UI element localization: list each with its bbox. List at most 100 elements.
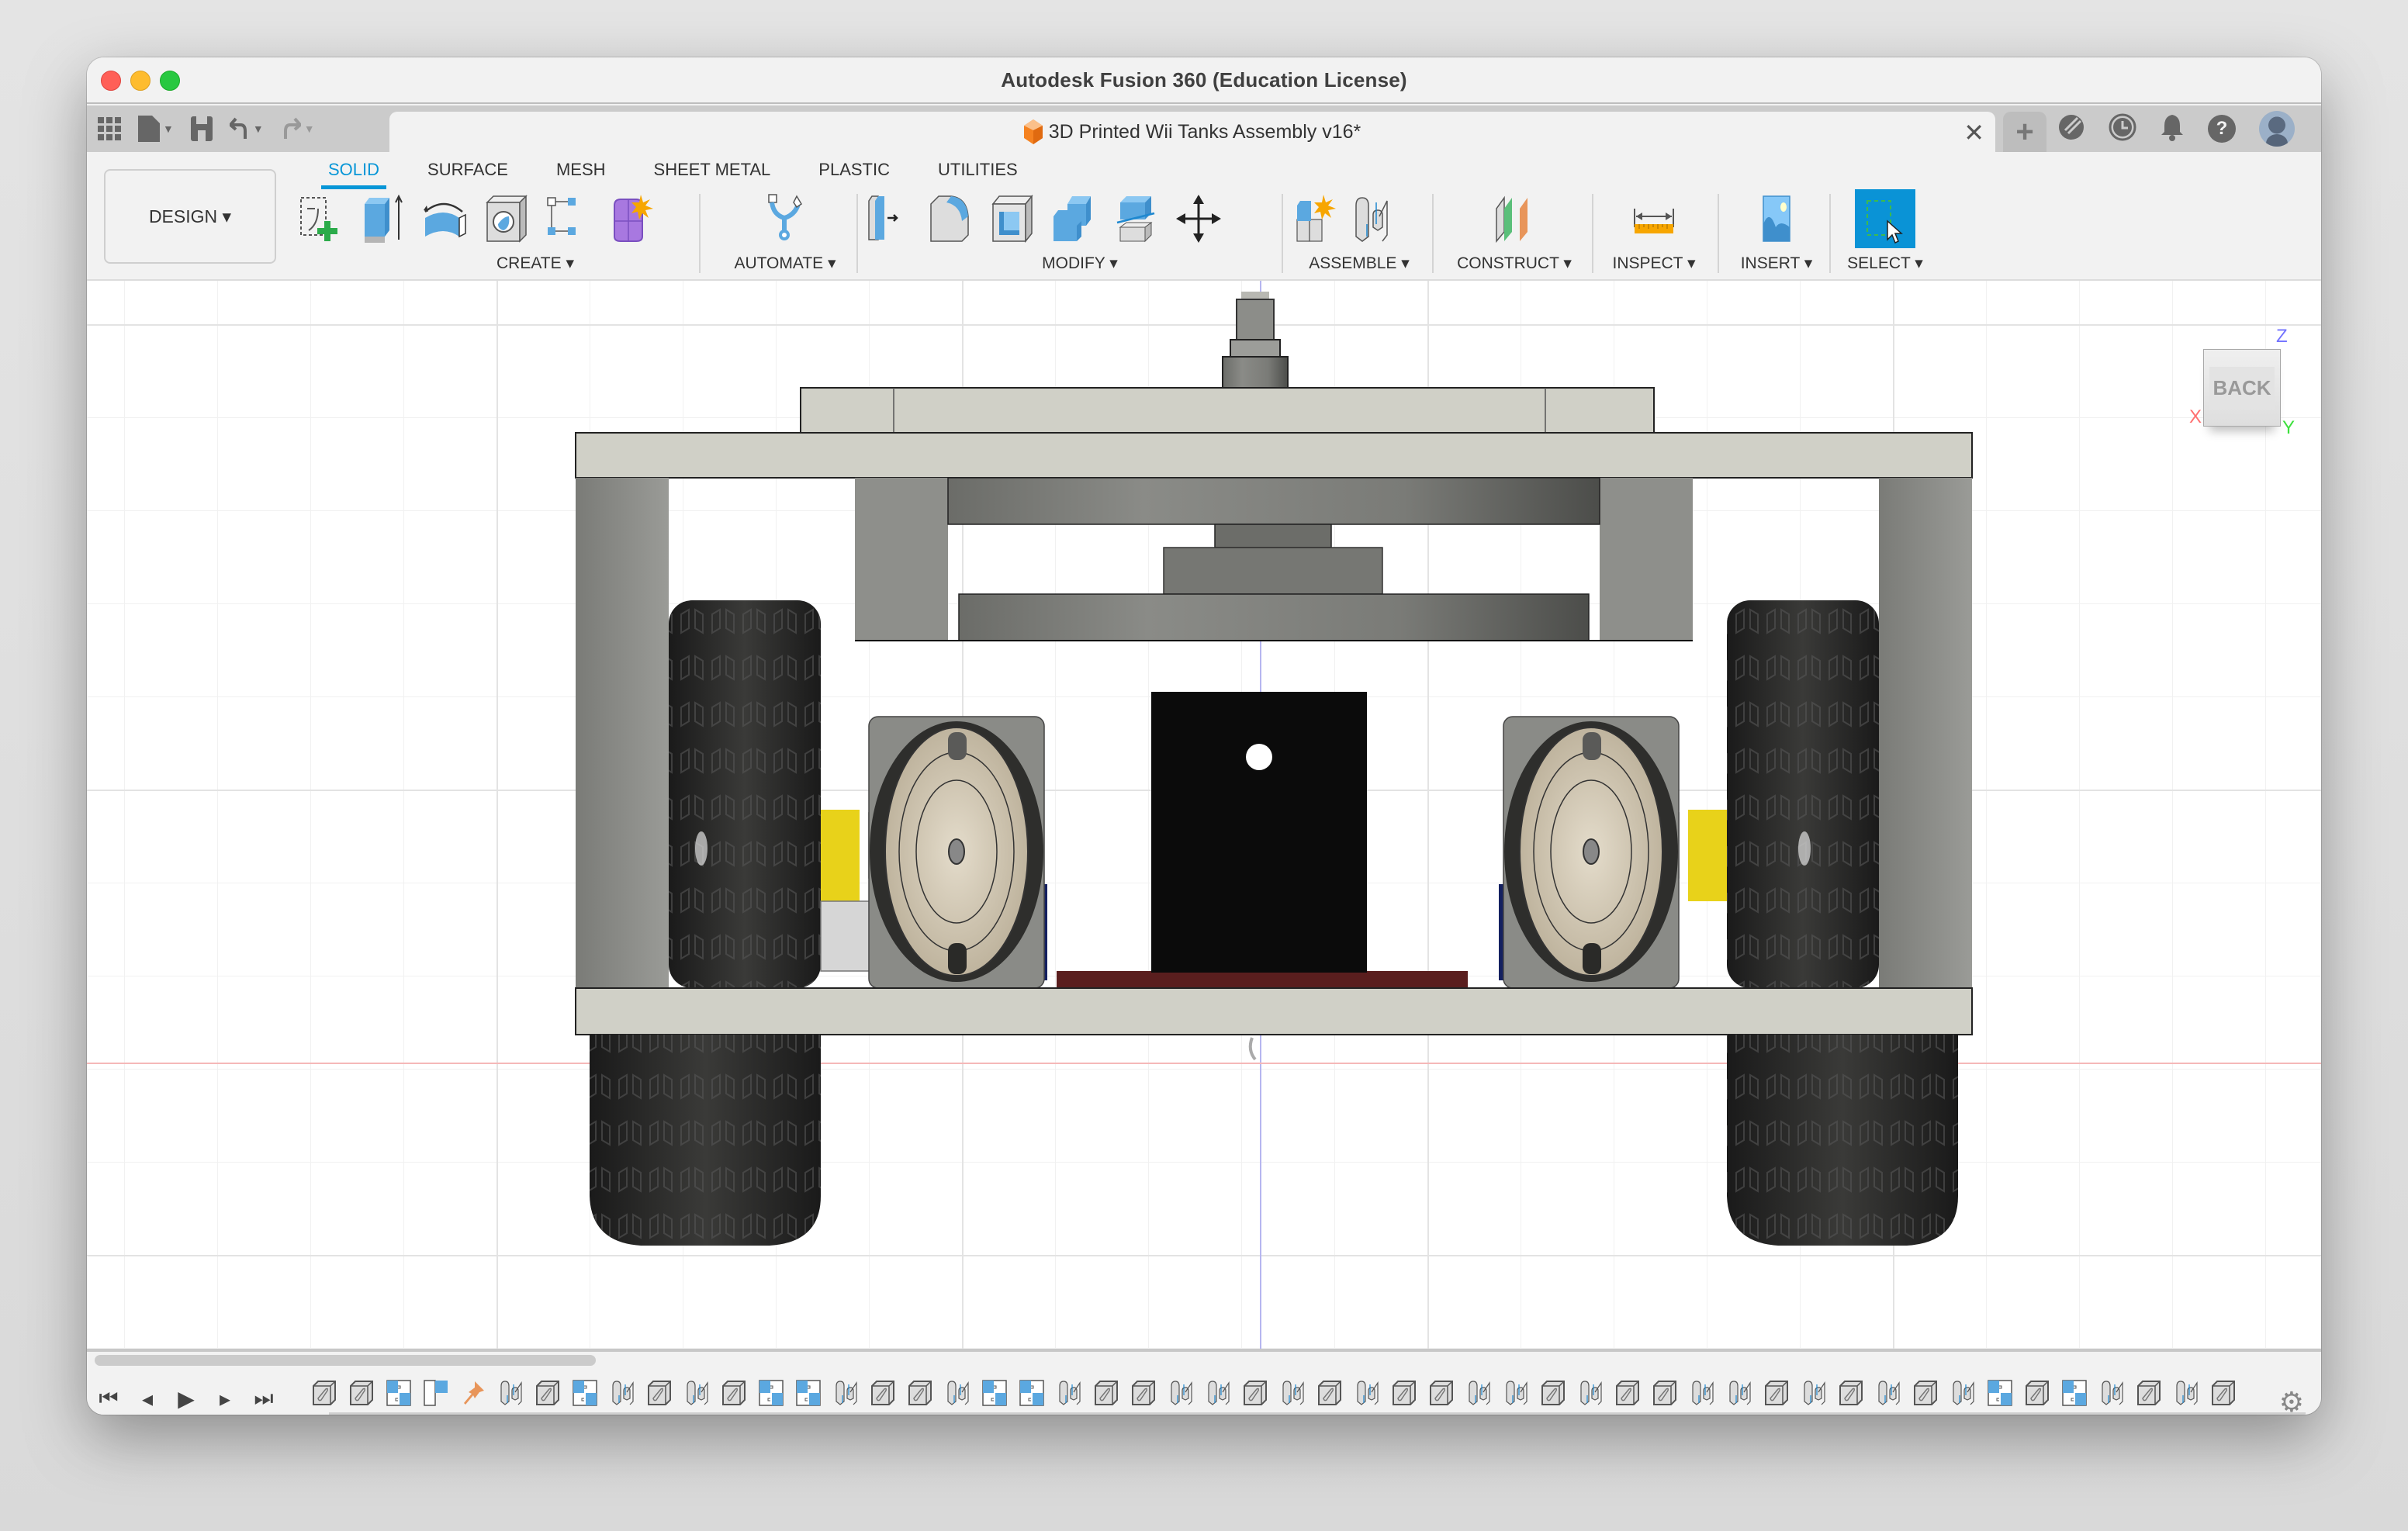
joint-button[interactable] <box>1347 192 1398 246</box>
new-component-button[interactable] <box>1291 192 1342 246</box>
tab-solid[interactable]: SOLID <box>304 155 403 189</box>
automate-button[interactable] <box>759 192 811 246</box>
grid-menu-icon[interactable] <box>98 117 121 140</box>
timeline-item-link-icon[interactable] <box>1839 1380 1863 1406</box>
timeline-item-link-icon[interactable] <box>647 1380 672 1406</box>
offset-plane-button[interactable] <box>1489 192 1540 246</box>
measure-button[interactable] <box>1628 192 1680 246</box>
timeline-item-link-icon[interactable] <box>870 1380 895 1406</box>
timeline-item-motion-icon[interactable] <box>1950 1380 1975 1406</box>
new-tab-button[interactable]: + <box>2003 112 2046 152</box>
timeline-item-joint-icon[interactable] <box>1019 1380 1044 1406</box>
close-window-button[interactable] <box>101 71 121 91</box>
revolve-button[interactable] <box>419 192 470 246</box>
timeline-settings-gear-icon[interactable]: ⚙ <box>2279 1386 2304 1415</box>
fillet-button[interactable] <box>925 192 976 246</box>
redo-button[interactable]: ▼ <box>281 117 315 140</box>
timeline-item-motion-icon[interactable] <box>1168 1380 1193 1406</box>
select-button[interactable] <box>1855 189 1915 248</box>
user-avatar[interactable] <box>2259 111 2295 147</box>
timeline-item-motion-icon[interactable] <box>1503 1380 1528 1406</box>
timeline-item-link-icon[interactable] <box>1615 1380 1640 1406</box>
timeline-item-link-icon[interactable] <box>1392 1380 1417 1406</box>
extrude-button[interactable] <box>357 192 408 246</box>
timeline-item-link-icon[interactable] <box>908 1380 932 1406</box>
minimize-window-button[interactable] <box>130 71 150 91</box>
maximize-window-button[interactable] <box>160 71 180 91</box>
extensions-icon[interactable] <box>2057 113 2085 145</box>
go-to-start-button[interactable]: ⏮ <box>98 1386 119 1412</box>
timeline-item-motion-icon[interactable] <box>1727 1380 1752 1406</box>
close-tab-icon[interactable]: ✕ <box>1963 118 1984 147</box>
timeline-item-link-icon[interactable] <box>1764 1380 1789 1406</box>
modify-menu[interactable]: MODIFY ▾ <box>863 254 1297 273</box>
go-to-end-button[interactable]: ⏭ <box>253 1386 275 1412</box>
timeline-item-link-icon[interactable] <box>535 1380 560 1406</box>
view-cube[interactable]: Z BACK X Y <box>2181 320 2306 438</box>
inspect-menu[interactable]: INSPECT ▾ <box>1597 254 1711 273</box>
timeline-item-motion-icon[interactable] <box>1578 1380 1603 1406</box>
timeline-item-joint-icon[interactable] <box>982 1380 1007 1406</box>
timeline-item-motion-icon[interactable] <box>684 1380 709 1406</box>
timeline-item-pin-icon[interactable] <box>461 1380 486 1406</box>
3d-viewport[interactable]: Z BACK X Y ▼ ▼ ▼ <box>87 281 2321 1349</box>
timeline-item-joint-icon[interactable] <box>2062 1380 2087 1406</box>
tab-mesh[interactable]: MESH <box>532 155 630 185</box>
timeline-item-joint-icon[interactable] <box>796 1380 821 1406</box>
timeline-item-motion-icon[interactable] <box>1466 1380 1491 1406</box>
timeline-item-link-icon[interactable] <box>721 1380 746 1406</box>
timeline-item-link-icon[interactable] <box>349 1380 374 1406</box>
timeline-item-motion-icon[interactable] <box>1057 1380 1081 1406</box>
timeline-item-link-icon[interactable] <box>1131 1380 1156 1406</box>
timeline-item-link-icon[interactable] <box>1652 1380 1677 1406</box>
timeline-item-motion-icon[interactable] <box>1876 1380 1901 1406</box>
timeline-item-rigid-icon[interactable] <box>424 1380 448 1406</box>
move-copy-button[interactable] <box>1173 192 1224 246</box>
timeline-item-motion-icon[interactable] <box>1280 1380 1305 1406</box>
assemble-menu[interactable]: ASSEMBLE ▾ <box>1291 254 1427 273</box>
timeline-item-link-icon[interactable] <box>1243 1380 1268 1406</box>
notifications-icon[interactable] <box>2160 113 2185 145</box>
tab-sheet-metal[interactable]: SHEET METAL <box>630 155 795 185</box>
timeline-item-link-icon[interactable] <box>312 1380 337 1406</box>
timeline-item-motion-icon[interactable] <box>1801 1380 1826 1406</box>
hole-button[interactable] <box>481 192 532 246</box>
timeline-item-joint-icon[interactable] <box>1988 1380 2012 1406</box>
construct-menu[interactable]: CONSTRUCT ▾ <box>1437 254 1592 273</box>
timeline-item-motion-icon[interactable] <box>610 1380 635 1406</box>
document-tab[interactable]: 3D Printed Wii Tanks Assembly v16* ✕ <box>389 112 1995 152</box>
save-button[interactable] <box>190 116 213 141</box>
undo-button[interactable]: ▼ <box>229 117 264 140</box>
timeline-item-motion-icon[interactable] <box>1354 1380 1379 1406</box>
tab-utilities[interactable]: UTILITIES <box>914 155 1042 185</box>
timeline-item-joint-icon[interactable] <box>573 1380 597 1406</box>
press-pull-button[interactable] <box>863 192 914 246</box>
timeline-item-link-icon[interactable] <box>1094 1380 1119 1406</box>
timeline-item-joint-icon[interactable] <box>386 1380 411 1406</box>
job-status-icon[interactable] <box>2109 113 2136 145</box>
timeline-item-link-icon[interactable] <box>2136 1380 2161 1406</box>
workspace-switcher[interactable]: DESIGN ▾ <box>104 169 276 264</box>
viewcube-face-back[interactable]: BACK <box>2203 349 2281 427</box>
help-icon[interactable]: ? <box>2208 115 2236 143</box>
file-menu-button[interactable]: ▼ <box>138 116 174 142</box>
timeline-item-motion-icon[interactable] <box>2174 1380 2199 1406</box>
timeline-item-motion-icon[interactable] <box>1206 1380 1230 1406</box>
shell-button[interactable] <box>987 192 1038 246</box>
create-form-button[interactable] <box>605 192 656 246</box>
timeline-item-link-icon[interactable] <box>1541 1380 1566 1406</box>
timeline-item-motion-icon[interactable] <box>1690 1380 1714 1406</box>
timeline-item-link-icon[interactable] <box>1317 1380 1342 1406</box>
step-back-button[interactable]: ◂ <box>137 1386 158 1412</box>
timeline-item-link-icon[interactable] <box>2211 1380 2236 1406</box>
automate-menu[interactable]: AUTOMATE ▾ <box>708 254 863 273</box>
combine-button[interactable] <box>1049 192 1100 246</box>
insert-canvas-button[interactable] <box>1751 192 1802 246</box>
timeline-item-motion-icon[interactable] <box>2099 1380 2124 1406</box>
create-menu[interactable]: CREATE ▾ <box>295 254 776 273</box>
insert-menu[interactable]: INSERT ▾ <box>1722 254 1831 273</box>
timeline-item-motion-icon[interactable] <box>945 1380 970 1406</box>
split-body-button[interactable] <box>1111 192 1162 246</box>
select-menu[interactable]: SELECT ▾ <box>1834 254 1936 273</box>
horizontal-scrollbar[interactable] <box>95 1355 596 1366</box>
